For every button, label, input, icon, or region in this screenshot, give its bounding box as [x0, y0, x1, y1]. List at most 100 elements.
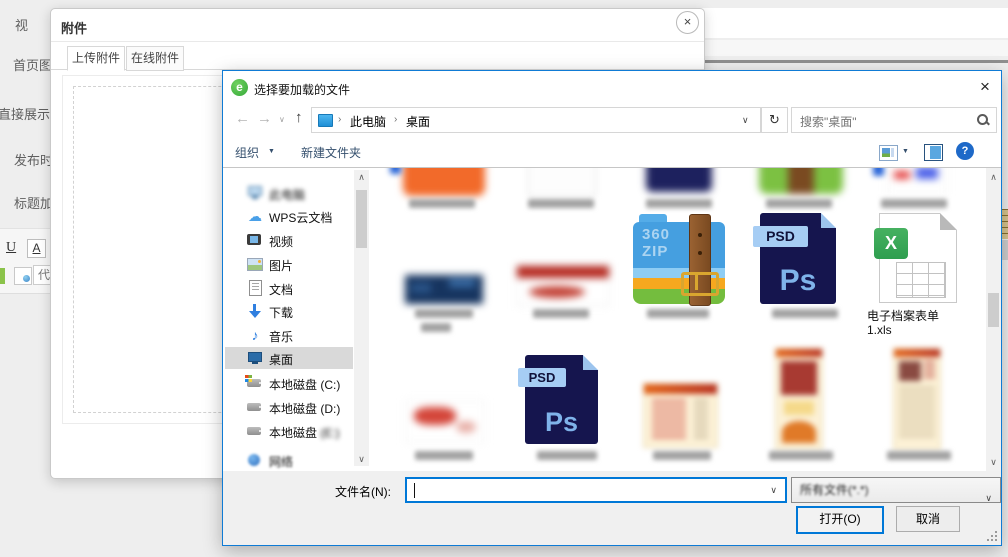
sidebar-item-desktop[interactable]: 桌面: [225, 347, 353, 369]
computer-icon: [247, 185, 263, 201]
editor-green-icon[interactable]: [0, 268, 5, 284]
search-box[interactable]: 搜索"桌面": [791, 107, 997, 133]
file-icon-psd[interactable]: PSD Ps: [525, 355, 598, 444]
sidebar-label: 本地磁盘 (D:): [269, 400, 340, 417]
up-button[interactable]: ↑: [295, 110, 303, 125]
document-icon: [247, 280, 263, 296]
sidebar-scrollbar[interactable]: ∧ ∨: [354, 170, 369, 466]
pictures-icon: [247, 256, 263, 272]
scrollbar-thumb[interactable]: [988, 293, 999, 327]
file-thumb-blurred[interactable]: [646, 168, 712, 192]
forward-button[interactable]: →: [257, 111, 272, 126]
address-dropdown-chevron[interactable]: ∨: [742, 115, 749, 126]
drive-icon: [247, 375, 263, 391]
file-icon-xls[interactable]: X: [879, 213, 957, 303]
sidebar-item-pictures[interactable]: 图片: [225, 253, 353, 275]
refresh-button[interactable]: ↻: [761, 107, 788, 133]
resize-grip[interactable]: [987, 531, 997, 541]
sidebar-item-drive-d[interactable]: 本地磁盘 (D:): [225, 396, 353, 418]
filetype-select[interactable]: 所有文件(*.*) ∨: [791, 477, 1001, 503]
sidebar-label: 此电脑: [269, 186, 305, 203]
sidebar-item-documents[interactable]: 文档: [225, 277, 353, 299]
breadcrumb-this-pc[interactable]: 此电脑: [350, 113, 386, 130]
sidebar-item-drive-e[interactable]: 本地磁盘 (E:): [225, 420, 353, 442]
file-thumb-blue-banner[interactable]: [405, 275, 483, 304]
sidebar-item-music[interactable]: ♪ 音乐: [225, 324, 353, 346]
banner-detail: [456, 421, 476, 433]
scroll-down-icon[interactable]: ∨: [986, 455, 1001, 469]
file-thumb-webpage[interactable]: [643, 383, 718, 448]
webpage-header: [644, 384, 717, 394]
file-label-blurred: [646, 199, 712, 208]
organize-caret-icon: ▼: [268, 148, 275, 155]
file-label-blurred: [537, 451, 597, 460]
file-thumb-blurred[interactable]: [887, 168, 947, 194]
tab-upload-attachment[interactable]: 上传附件: [67, 46, 125, 71]
dialog-close-button[interactable]: ×: [971, 75, 999, 99]
file-thumb-blurred[interactable]: [403, 168, 485, 196]
bg-panel-strip2: [700, 40, 1008, 56]
preview-pane-icon[interactable]: [924, 144, 943, 161]
help-icon[interactable]: ?: [956, 142, 974, 160]
file-icon-psd[interactable]: PSD Ps: [760, 213, 836, 304]
underline-button[interactable]: U: [6, 240, 16, 256]
open-button[interactable]: 打开(O): [796, 506, 884, 534]
cloud-icon: ☁: [247, 208, 263, 224]
filename-dropdown-chevron[interactable]: ∨: [770, 485, 777, 496]
sidebar-item-this-pc[interactable]: 此电脑: [225, 182, 353, 204]
network-icon: [247, 452, 263, 468]
page-fold: [583, 355, 598, 370]
zip-belt-fragment: [788, 168, 814, 194]
file-icon-360zip[interactable]: 360 ZIP: [633, 214, 725, 304]
banner-detail: [411, 283, 431, 293]
scroll-up-icon[interactable]: ∧: [986, 170, 1001, 184]
tab-online-attachment[interactable]: 在线附件: [126, 46, 184, 71]
file-thumb-webpage[interactable]: [775, 348, 823, 450]
breadcrumb-separator: ›: [394, 114, 397, 125]
file-thumb-blurred[interactable]: [759, 168, 843, 194]
sidebar-item-videos[interactable]: 视频: [225, 229, 353, 251]
sidebar-label: WPS云文档: [269, 209, 332, 226]
sidebar-item-downloads[interactable]: 下载: [225, 300, 353, 322]
font-color-button[interactable]: A: [27, 239, 46, 258]
file-thumb-blurred[interactable]: [528, 168, 596, 196]
address-bar[interactable]: › 此电脑 › 桌面 ∨: [311, 107, 761, 133]
back-button[interactable]: ←: [235, 111, 250, 126]
file-label-blurred: [887, 451, 951, 460]
bg-divider-line: [703, 60, 1008, 63]
scrollbar-thumb[interactable]: [356, 190, 367, 248]
webpage-lines: [924, 361, 935, 381]
organize-button[interactable]: 组织: [235, 144, 259, 161]
new-folder-button[interactable]: 新建文件夹: [301, 144, 361, 161]
drive-icon: [247, 423, 263, 439]
file-label-blurred: [421, 323, 451, 332]
zip-buckle: [681, 272, 719, 296]
search-placeholder: 搜索"桌面": [800, 113, 857, 130]
recent-locations-chevron[interactable]: ∨: [279, 115, 285, 124]
attachment-close-button[interactable]: ×: [676, 11, 699, 34]
scroll-down-icon[interactable]: ∨: [354, 452, 369, 466]
text-caret: [414, 483, 415, 498]
file-thumb-red-banner[interactable]: [516, 265, 610, 306]
webpage-lines: [899, 387, 935, 441]
sidebar-item-wps-cloud[interactable]: ☁ WPS云文档: [225, 205, 353, 227]
search-icon[interactable]: [976, 113, 990, 127]
banner-detail: [414, 407, 456, 425]
sidebar-label: 桌面: [269, 351, 293, 368]
drive-letter: (E:): [320, 426, 339, 440]
belt-hole: [698, 251, 702, 255]
filelist-scrollbar[interactable]: ∧ ∨: [986, 168, 1001, 471]
view-caret-icon[interactable]: ▼: [902, 148, 909, 155]
sidebar-item-network[interactable]: 网络: [225, 449, 353, 471]
change-view-icon[interactable]: [879, 145, 898, 161]
file-thumb-red-banner[interactable]: [405, 400, 485, 443]
scroll-up-icon[interactable]: ∧: [354, 170, 369, 184]
sidebar-item-drive-c[interactable]: 本地磁盘 (C:): [225, 372, 353, 394]
filename-input[interactable]: ∨: [405, 477, 787, 503]
cancel-button[interactable]: 取消: [896, 506, 960, 532]
insert-object-icon[interactable]: [14, 267, 32, 285]
sidebar-label: 图片: [269, 257, 293, 274]
breadcrumb-desktop[interactable]: 桌面: [406, 113, 430, 130]
file-thumb-webpage[interactable]: [893, 348, 941, 450]
psd-tag: PSD: [753, 226, 808, 247]
